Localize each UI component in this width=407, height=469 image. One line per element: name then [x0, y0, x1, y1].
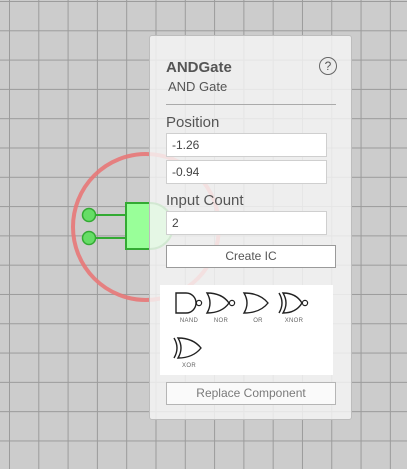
- input-count-input[interactable]: 2: [166, 211, 327, 235]
- nand-gate-icon: [175, 292, 203, 314]
- xnor-gate-icon: [278, 292, 309, 314]
- gate-option-nor[interactable]: NOR: [204, 289, 238, 329]
- position-label: Position: [166, 114, 220, 131]
- gate-option-nand[interactable]: NAND: [172, 289, 206, 329]
- xor-gate-icon: [173, 337, 202, 359]
- input-count-label: Input Count: [166, 192, 244, 209]
- create-ic-button[interactable]: Create IC: [166, 245, 336, 268]
- input-pin-1[interactable]: [81, 207, 97, 223]
- input-pin-2[interactable]: [81, 230, 97, 246]
- nor-gate-icon: [205, 292, 236, 314]
- component-subtitle: AND Gate: [168, 79, 228, 94]
- gate-option-xor[interactable]: XOR: [172, 334, 206, 374]
- gate-option-or[interactable]: OR: [241, 289, 275, 329]
- gate-label-xor: XOR: [182, 363, 196, 369]
- gate-label-xnor: XNOR: [284, 318, 304, 324]
- replace-component-button[interactable]: Replace Component: [166, 382, 336, 405]
- component-title: ANDGate: [166, 59, 232, 76]
- gate-label-nor: NOR: [213, 318, 229, 324]
- properties-panel: ANDGate AND Gate ? Position -1.26 -0.94 …: [149, 35, 352, 420]
- gate-label-nand: NAND: [179, 318, 199, 324]
- or-gate-icon: [242, 292, 269, 314]
- replace-gate-options: NAND NOR OR XNOR XOR: [160, 285, 333, 375]
- position-x-input[interactable]: -1.26: [166, 133, 327, 157]
- title-divider: [166, 104, 336, 105]
- help-icon[interactable]: ?: [319, 57, 337, 75]
- gate-option-xnor[interactable]: XNOR: [277, 289, 311, 329]
- position-y-input[interactable]: -0.94: [166, 160, 327, 184]
- gate-label-or: OR: [253, 318, 263, 324]
